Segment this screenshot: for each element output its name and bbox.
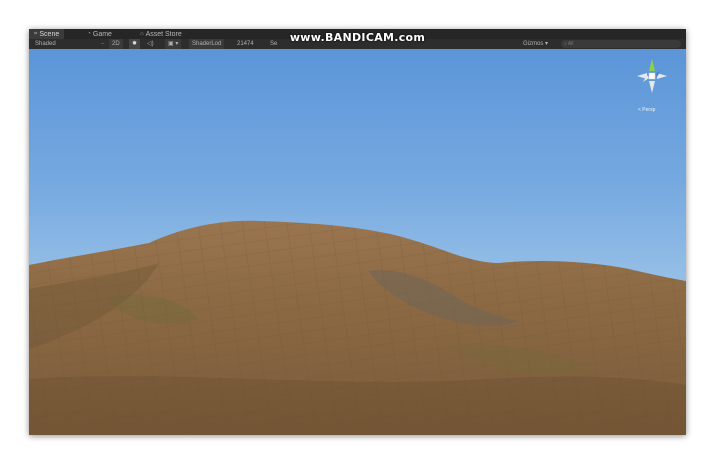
gizmo-center-cube[interactable] — [648, 72, 656, 80]
foreground-shade — [29, 376, 686, 435]
orientation-gizmo[interactable] — [632, 56, 672, 106]
unity-scene-window: ⌗ Scene ◔ Game ⌂ Asset Store Shaded – 2D… — [29, 29, 686, 435]
gizmo-y-negative[interactable] — [649, 81, 655, 93]
terrain-hill — [29, 220, 686, 435]
bandicam-watermark: www.BANDICAM.com — [289, 31, 426, 44]
gizmo-y-axis[interactable] — [649, 59, 655, 71]
projection-label[interactable]: < Persp — [638, 107, 655, 113]
scene-viewport[interactable]: < Persp — [29, 49, 686, 435]
